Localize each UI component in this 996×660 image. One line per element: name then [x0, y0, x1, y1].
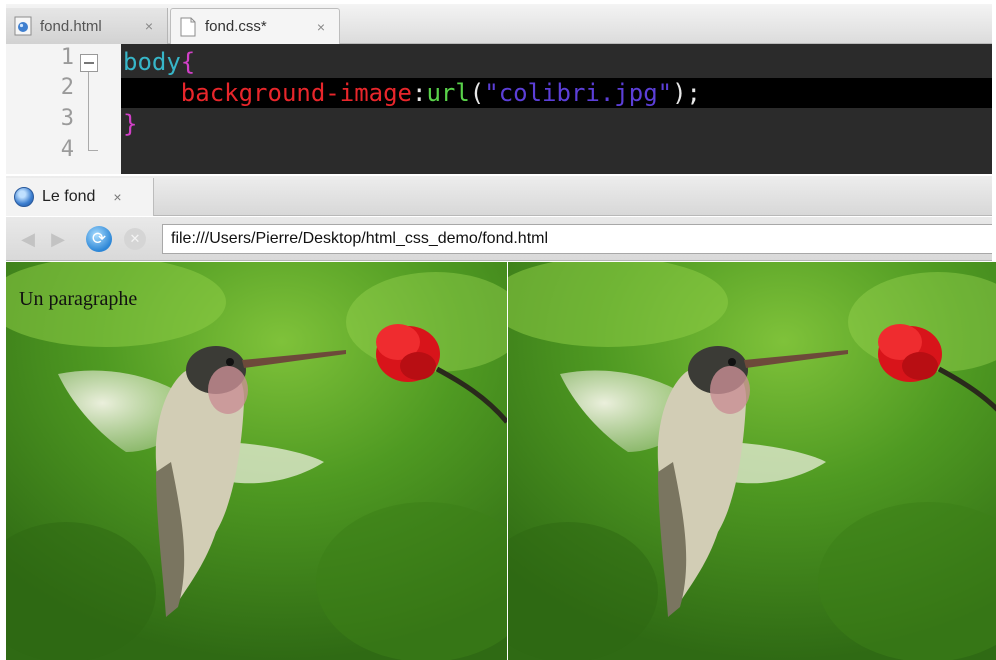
close-icon[interactable]: × — [317, 19, 325, 35]
tab-le-fond[interactable]: Le fond × — [6, 178, 154, 216]
address-text: file:///Users/Pierre/Desktop/html_css_de… — [171, 230, 549, 247]
fold-toggle-icon[interactable] — [80, 54, 98, 72]
stop-icon[interactable]: ✕ — [124, 228, 146, 250]
line-number-gutter: 1 2 3 4 — [6, 44, 121, 174]
code-editor[interactable]: 1 2 3 4 body{ background-image:url("coli… — [6, 44, 992, 174]
close-paren: ); — [672, 79, 701, 107]
navigation-bar: ◀ ▶ ⟳ ✕ file:///Users/Pierre/Desktop/htm… — [6, 217, 992, 261]
tab-label: fond.css* — [205, 18, 267, 35]
tab-label: Le fond — [42, 188, 96, 205]
background-tile-colibri-repeat — [508, 262, 996, 660]
fold-guide-end — [88, 150, 98, 151]
forward-arrow-icon[interactable]: ▶ — [46, 227, 70, 251]
html-file-icon — [14, 16, 32, 36]
code-line-3: } — [121, 109, 992, 139]
line-number: 1 — [60, 45, 74, 70]
background-tile-colibri: Un paragraphe — [6, 262, 507, 660]
css-selector: body — [123, 48, 181, 76]
open-brace: { — [180, 48, 196, 76]
globe-icon — [14, 187, 34, 207]
fold-guide — [88, 72, 89, 150]
css-file-icon — [180, 17, 196, 36]
colon: : — [411, 79, 427, 107]
css-property: background-image — [180, 79, 412, 107]
line-number: 2 — [60, 75, 74, 100]
close-icon[interactable]: × — [113, 189, 121, 205]
code-line-1: body{ — [121, 47, 992, 77]
close-brace: } — [123, 110, 138, 138]
hummingbird-image — [508, 262, 996, 660]
tab-fond-css[interactable]: fond.css* × — [170, 8, 340, 44]
hummingbird-image — [6, 262, 507, 660]
editor-tab-bar: fond.html × fond.css* × — [6, 4, 992, 44]
css-string: "colibri.jpg" — [484, 79, 673, 107]
open-paren: ( — [469, 79, 485, 107]
back-arrow-icon[interactable]: ◀ — [16, 227, 40, 251]
code-line-2: background-image:url("colibri.jpg"); — [121, 78, 992, 108]
browser-tab-bar: Le fond × — [6, 176, 992, 216]
paragraph-text: Un paragraphe — [19, 288, 138, 310]
close-icon[interactable]: × — [145, 18, 153, 34]
tab-label: fond.html — [40, 17, 102, 35]
page-content: Un paragraphe — [6, 262, 996, 660]
address-bar[interactable]: file:///Users/Pierre/Desktop/html_css_de… — [162, 224, 992, 254]
tab-fond-html[interactable]: fond.html × — [6, 8, 168, 44]
css-function: url — [426, 79, 470, 107]
line-number: 3 — [60, 106, 74, 131]
line-number: 4 — [60, 137, 74, 162]
reload-icon[interactable]: ⟳ — [86, 226, 112, 252]
